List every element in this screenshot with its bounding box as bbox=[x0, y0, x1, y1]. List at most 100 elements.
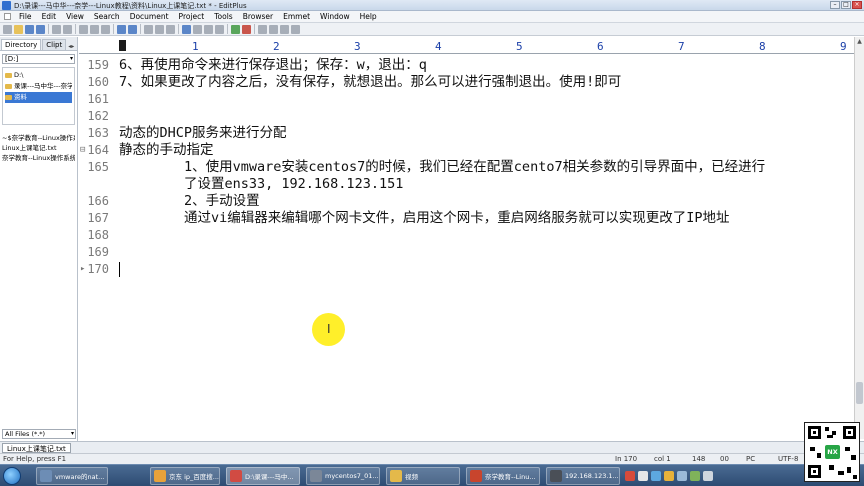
line-text: 静态的手动指定 bbox=[119, 142, 214, 158]
status-count: 148 bbox=[692, 455, 706, 463]
menu-search[interactable]: Search bbox=[89, 12, 125, 21]
find-icon[interactable] bbox=[144, 24, 153, 34]
menu-project[interactable]: Project bbox=[174, 12, 210, 21]
status-mode: PC bbox=[746, 455, 756, 463]
taskbar-item[interactable]: mycentos7_01... bbox=[306, 467, 380, 485]
tree-item-selected[interactable]: 资料 bbox=[5, 92, 72, 103]
notification-icon[interactable] bbox=[703, 471, 713, 481]
menu-document[interactable]: Document bbox=[125, 12, 174, 21]
drive-select-value: [D:] bbox=[5, 55, 19, 63]
qr-finder bbox=[808, 465, 821, 478]
tab-document[interactable]: Linux上课笔记.txt bbox=[2, 443, 71, 453]
directory-window-icon[interactable] bbox=[269, 24, 278, 34]
menu-tools[interactable]: Tools bbox=[209, 12, 237, 21]
menu-browser[interactable]: Browser bbox=[238, 12, 278, 21]
maximize-button[interactable]: □ bbox=[841, 1, 851, 9]
vertical-scrollbar[interactable]: ▲ bbox=[854, 37, 864, 439]
menu-view[interactable]: View bbox=[61, 12, 89, 21]
fullscreen-icon[interactable] bbox=[258, 24, 267, 34]
line-number-icon[interactable] bbox=[204, 24, 213, 34]
print-icon[interactable] bbox=[52, 24, 61, 34]
tab-directory[interactable]: Directory bbox=[1, 39, 42, 50]
qr-module bbox=[838, 471, 844, 475]
tree-item[interactable]: D:\ bbox=[5, 70, 72, 81]
taskbar-item[interactable]: vmware的nat... bbox=[36, 467, 108, 485]
chevron-down-icon: ▾ bbox=[69, 55, 73, 62]
taskbar-item[interactable]: 192.168.123.1... bbox=[546, 467, 620, 485]
qr-module bbox=[851, 455, 856, 460]
redo-icon[interactable] bbox=[128, 24, 137, 34]
text-caret bbox=[119, 262, 120, 277]
scroll-up-icon[interactable]: ▲ bbox=[855, 37, 864, 46]
start-button[interactable] bbox=[3, 467, 21, 485]
editor-text-area[interactable]: 159 6、再使用命令来进行保存退出；保存：w，退出：q 160 7、如果更改了… bbox=[79, 55, 854, 439]
toolbar-divider bbox=[227, 24, 228, 34]
hex-view-icon[interactable] bbox=[215, 24, 224, 34]
taskbar-item[interactable]: 视频 bbox=[386, 467, 460, 485]
preferences-icon[interactable] bbox=[291, 24, 300, 34]
replace-icon[interactable] bbox=[155, 24, 164, 34]
word-wrap-icon[interactable] bbox=[182, 24, 191, 34]
scroll-thumb[interactable] bbox=[856, 382, 863, 404]
open-file-icon[interactable] bbox=[14, 24, 23, 34]
find-next-icon[interactable] bbox=[166, 24, 175, 34]
security-icon[interactable] bbox=[664, 471, 674, 481]
toolbar-divider bbox=[113, 24, 114, 34]
menu-file[interactable]: File bbox=[14, 12, 37, 21]
folder-icon bbox=[390, 470, 402, 482]
new-file-icon[interactable] bbox=[3, 24, 12, 34]
ruler-number: 8 bbox=[759, 40, 766, 53]
directory-panel: Directory Clipt ◂▸ [D:] ▾ D:\ 录课---马中华--… bbox=[0, 37, 78, 441]
tab-cliptext[interactable]: Clipt bbox=[42, 39, 67, 50]
menu-help[interactable]: Help bbox=[355, 12, 382, 21]
taskbar-item-label: 视频 bbox=[405, 473, 418, 481]
taskbar-item[interactable]: 京东 ip_百度搜... bbox=[150, 467, 220, 485]
terminal-icon bbox=[550, 470, 562, 482]
document-menu-icon[interactable] bbox=[4, 13, 11, 20]
status-line: In 170 bbox=[615, 455, 638, 463]
file-item[interactable]: Linux上课笔记.txt bbox=[2, 143, 75, 153]
file-filter-select[interactable]: All Files (*.*) ▾ bbox=[2, 429, 76, 439]
taskbar: vmware的nat... 京东 ip_百度搜... D:\录课---马中...… bbox=[0, 464, 864, 486]
volume-icon[interactable] bbox=[677, 471, 687, 481]
folder-icon bbox=[5, 73, 12, 78]
file-item[interactable]: ~$奈学教育--Linux操作系 bbox=[2, 133, 75, 143]
menu-window[interactable]: Window bbox=[315, 12, 355, 21]
cut-icon[interactable] bbox=[79, 24, 88, 34]
file-item[interactable]: 奈学教育--Linux操作系统 bbox=[2, 153, 75, 163]
toolbar-divider bbox=[48, 24, 49, 34]
taskbar-item[interactable]: 奈学教育--Linu... bbox=[466, 467, 540, 485]
qr-logo-badge: NX bbox=[825, 445, 840, 459]
qr-finder bbox=[808, 426, 821, 439]
copy-icon[interactable] bbox=[90, 24, 99, 34]
undo-icon[interactable] bbox=[117, 24, 126, 34]
ruler-number: 2 bbox=[273, 40, 280, 53]
network-icon[interactable] bbox=[651, 471, 661, 481]
save-all-icon[interactable] bbox=[36, 24, 45, 34]
editor-line: 161 bbox=[79, 91, 854, 108]
paste-icon[interactable] bbox=[101, 24, 110, 34]
spell-check-icon[interactable] bbox=[242, 24, 251, 34]
tab-scroll-arrows-icon[interactable]: ◂▸ bbox=[68, 43, 74, 50]
save-icon[interactable] bbox=[25, 24, 34, 34]
line-text: 动态的DHCP服务来进行分配 bbox=[119, 125, 287, 141]
folder-tree[interactable]: D:\ 录课---马中华---奈学 资料 bbox=[2, 67, 75, 125]
drive-select[interactable]: [D:] ▾ bbox=[2, 54, 75, 64]
keyboard-icon[interactable] bbox=[638, 471, 648, 481]
app-tray-icon[interactable] bbox=[690, 471, 700, 481]
output-window-icon[interactable] bbox=[280, 24, 289, 34]
browser-preview-icon[interactable] bbox=[231, 24, 240, 34]
line-number: 170 bbox=[87, 262, 109, 276]
line-number: 163 bbox=[87, 126, 109, 140]
editor-line: 160 7、如果更改了内容之后，没有保存，就想退出。那么可以进行强制退出。使用!… bbox=[79, 74, 854, 91]
print-preview-icon[interactable] bbox=[63, 24, 72, 34]
close-button[interactable]: × bbox=[852, 1, 862, 9]
sogou-input-icon[interactable] bbox=[625, 471, 635, 481]
taskbar-item-active[interactable]: D:\录课---马中... bbox=[226, 467, 300, 485]
menu-edit[interactable]: Edit bbox=[37, 12, 62, 21]
file-filter-value: All Files (*.*) bbox=[5, 430, 46, 438]
tree-item[interactable]: 录课---马中华---奈学 bbox=[5, 81, 72, 92]
minimize-button[interactable]: – bbox=[830, 1, 840, 9]
menu-emmet[interactable]: Emmet bbox=[278, 12, 315, 21]
ruler-icon[interactable] bbox=[193, 24, 202, 34]
